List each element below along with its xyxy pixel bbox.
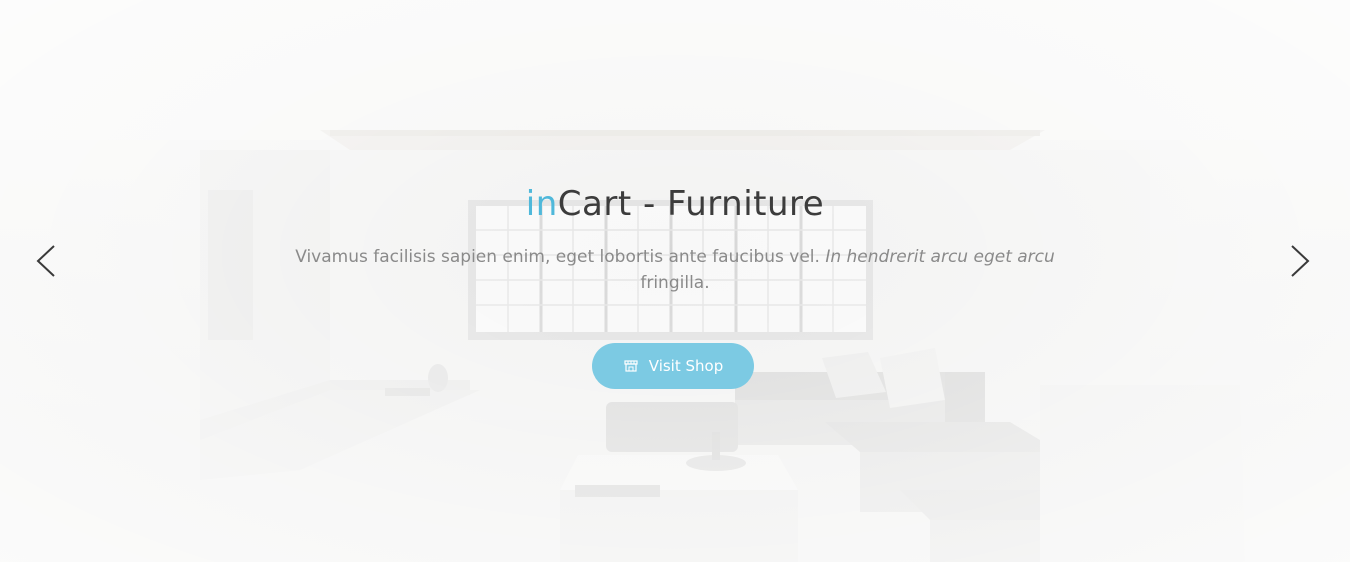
title-accent: in (525, 184, 558, 224)
visit-shop-label: Visit Shop (648, 357, 724, 375)
title-text: Cart - Furniture (557, 184, 825, 224)
subtitle-italic: In hendrerit arcu eget arcu (825, 247, 1055, 267)
visit-shop-button[interactable]: Visit Shop (592, 343, 754, 389)
slide-title: inCart - Furniture (0, 180, 1350, 228)
subtitle-regular: Vivamus facilisis sapien enim, eget lobo… (295, 247, 820, 267)
slide-subtitle: Vivamus facilisis sapien enim, eget lobo… (275, 244, 1075, 296)
slide-caption: inCart - Furniture Vivamus facilisis sap… (0, 180, 1350, 296)
hero-slider: inCart - Furniture Vivamus facilisis sap… (0, 0, 1350, 562)
shop-icon (624, 360, 638, 372)
subtitle-tail: fringilla. (640, 273, 710, 293)
